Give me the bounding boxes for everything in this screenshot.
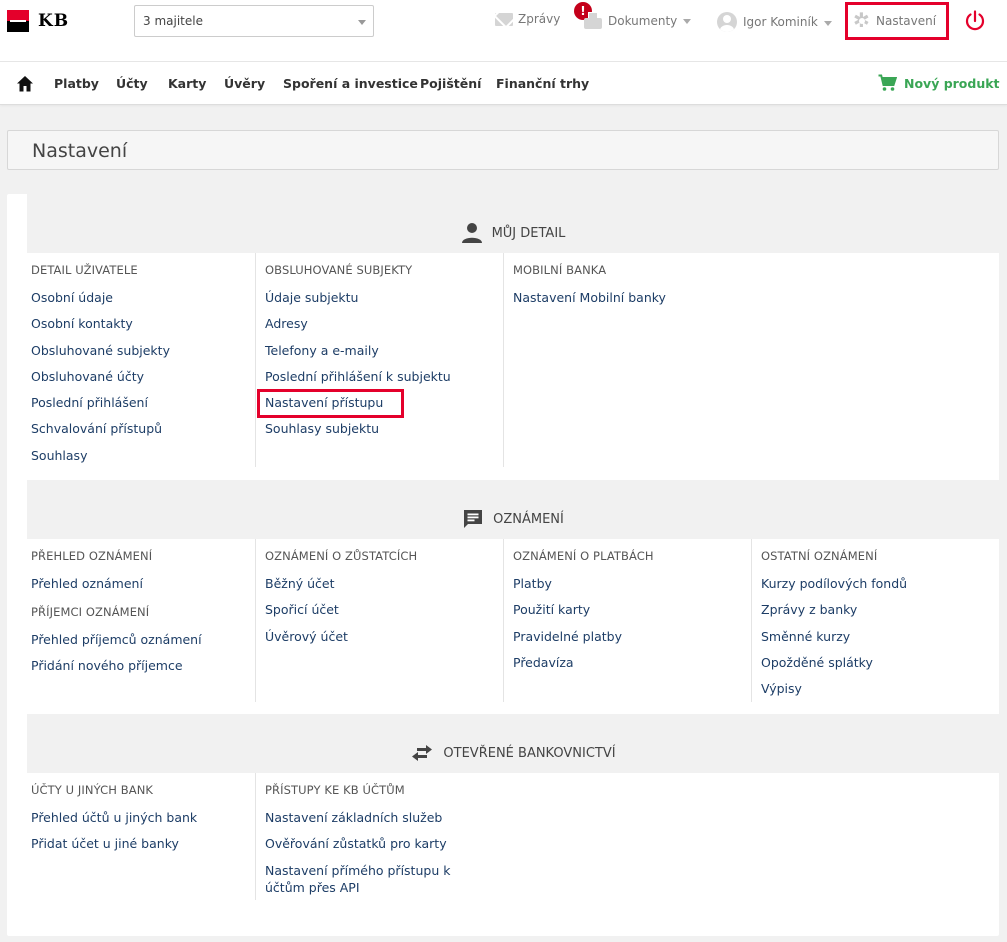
nav-item-financni-trhy[interactable]: Finanční trhy [496,76,589,91]
column-detail-uzivatele: DETAIL UŽIVATELE Osobní údaje Osobní kon… [31,263,256,473]
kb-logo-icon [7,10,29,32]
person-icon [461,223,482,243]
column-mobilni-banka: MOBILNÍ BANKA Nastavení Mobilní banky [503,253,751,467]
column-heading: MOBILNÍ BANKA [513,263,607,277]
link-pridat-ucet-jine-banky[interactable]: Přidat účet u jiné banky [31,835,256,861]
link-osobni-udaje[interactable]: Osobní údaje [31,289,256,315]
documents-menu[interactable]: Dokumenty [584,12,692,29]
link-smenne-kurzy[interactable]: Směnné kurzy [761,628,999,654]
documents-label: Dokumenty [608,13,678,28]
link-prehled-oznameni[interactable]: Přehled oznámení [31,575,256,605]
link-zpravy-z-banky[interactable]: Zprávy z banky [761,601,999,627]
column-heading: OBSLUHOVANÉ SUBJEKTY [265,263,413,277]
link-pravidelne-platby[interactable]: Pravidelné platby [513,628,751,654]
link-souhlasy-subjektu[interactable]: Souhlasy subjektu [265,420,503,446]
brand-name: KB [38,11,70,31]
link-obsluhovane-subjekty[interactable]: Obsluhované subjekty [31,342,256,368]
link-primy-pristup-api[interactable]: Nastavení přímého přístupu k účtům přes … [265,862,465,896]
column-heading: OZNÁMENÍ O PLATBÁCH [513,549,654,563]
column-ostatni-oznameni: OSTATNÍ OZNÁMENÍ Kurzy podílových fondů … [751,539,999,702]
subject-select-value: 3 majitele [143,14,203,28]
settings-card: MŮJ DETAIL DETAIL UŽIVATELE Osobní údaje… [7,194,999,936]
main-nav: Platby Účty Karty Úvěry Spoření a invest… [0,62,1007,105]
link-pridani-prijemce[interactable]: Přidání nového příjemce [31,657,256,683]
section-title: OTEVŘENÉ BANKOVNICTVÍ [443,745,616,761]
swap-arrows-icon [412,745,433,761]
section-title: OZNÁMENÍ [493,511,564,527]
cart-icon [878,74,897,91]
link-prehled-prijemcu[interactable]: Přehled příjemců oznámení [31,631,256,657]
nav-item-pojisteni[interactable]: Pojištění [420,76,481,91]
column-heading: PŘÍJEMCI OZNÁMENÍ [31,605,150,619]
link-udaje-subjektu[interactable]: Údaje subjektu [265,289,503,315]
subject-select[interactable]: 3 majitele [134,5,374,37]
top-bar: KB 3 majitele Zprávy ! Dokumenty Igor Ko… [0,0,1007,62]
section-header-oznameni: OZNÁMENÍ [27,480,999,539]
envelope-icon [495,12,513,26]
link-nastaveni-mobilni-banky[interactable]: Nastavení Mobilní banky [513,289,751,315]
messages-link[interactable]: Zprávy [495,12,560,26]
link-adresy[interactable]: Adresy [265,315,503,341]
nastaveni-pristupu-highlight [257,389,404,418]
section-header-muj-detail: MŮJ DETAIL [27,194,999,253]
kb-logo[interactable]: KB [7,10,69,32]
link-telefony-emaily[interactable]: Telefony a e-maily [265,342,503,368]
link-osobni-kontakty[interactable]: Osobní kontakty [31,315,256,341]
column-heading: ÚČTY U JINÝCH BANK [31,783,154,797]
page-title-bar: Nastavení [7,130,999,170]
nav-item-uvery[interactable]: Úvěry [224,76,265,91]
page-title: Nastavení [32,140,128,162]
link-prehled-uctu-jinych-bank[interactable]: Přehled účtů u jiných bank [31,809,256,835]
column-obsluhovane-subjekty: OBSLUHOVANÉ SUBJEKTY Údaje subjektu Adre… [255,253,503,467]
link-bezny-ucet[interactable]: Běžný účet [265,575,503,601]
link-nastaveni-zakladnich-sluzeb[interactable]: Nastavení základních služeb [265,809,503,835]
new-product-label: Nový produkt [904,75,1000,91]
settings-highlight [845,2,949,40]
link-opozdene-splatky[interactable]: Opožděné splátky [761,654,999,680]
column-heading: DETAIL UŽIVATELE [31,263,138,277]
link-souhlasy[interactable]: Souhlasy [31,447,256,473]
chevron-down-icon [358,20,366,25]
power-icon[interactable] [963,9,987,33]
link-kurzy-fondu[interactable]: Kurzy podílových fondů [761,575,999,601]
user-menu[interactable]: Igor Kominík [717,12,832,32]
messages-label: Zprávy [518,12,561,26]
link-schvalovani-pristupu[interactable]: Schvalování přístupů [31,420,256,446]
link-sporici-ucet[interactable]: Spořicí účet [265,601,503,627]
link-obsluhovane-ucty[interactable]: Obsluhované účty [31,368,256,394]
home-icon[interactable] [16,75,34,93]
link-vypisy[interactable]: Výpisy [761,680,999,706]
documents-icon [584,12,602,29]
nav-item-karty[interactable]: Karty [168,76,206,91]
link-platby[interactable]: Platby [513,575,751,601]
link-uverovy-ucet[interactable]: Úvěrový účet [265,628,503,654]
nav-item-sporeni[interactable]: Spoření a investice [283,76,418,91]
column-heading: OSTATNÍ OZNÁMENÍ [761,549,878,563]
section-header-otevrene-bankovnictvi: OTEVŘENÉ BANKOVNICTVÍ [27,714,999,773]
column-heading: OZNÁMENÍ O ZŮSTATCÍCH [265,549,418,563]
column-heading: PŘÍSTUPY KE KB ÚČTŮM [265,783,405,797]
chat-icon [464,510,483,528]
link-pouziti-karty[interactable]: Použití karty [513,601,751,627]
chevron-down-icon [823,20,832,26]
avatar-icon [717,12,737,32]
nav-item-platby[interactable]: Platby [54,76,99,91]
user-name: Igor Kominík [743,15,818,29]
link-predaviza[interactable]: Předavíza [513,654,751,680]
chevron-down-icon [683,19,692,24]
nav-item-ucty[interactable]: Účty [116,76,148,91]
column-oznameni-platby: OZNÁMENÍ O PLATBÁCH Platby Použití karty… [503,539,751,702]
column-oznameni-zustatky: OZNÁMENÍ O ZŮSTATCÍCH Běžný účet Spořicí… [255,539,503,702]
column-heading: PŘEHLED OZNÁMENÍ [31,549,153,563]
column-prehled-oznameni: PŘEHLED OZNÁMENÍ Přehled oznámení PŘÍJEM… [31,549,256,684]
column-pristupy-kb-uctum: PŘÍSTUPY KE KB ÚČTŮM Nastavení základníc… [255,773,503,900]
link-overovani-zustatku[interactable]: Ověřování zůstatků pro karty [265,835,503,861]
section-title: MŮJ DETAIL [491,225,566,241]
new-product-link[interactable]: Nový produkt [878,74,1000,92]
column-ucty-jinych-bank: ÚČTY U JINÝCH BANK Přehled účtů u jiných… [31,783,256,862]
link-posledni-prihlaseni[interactable]: Poslední přihlášení [31,394,256,420]
